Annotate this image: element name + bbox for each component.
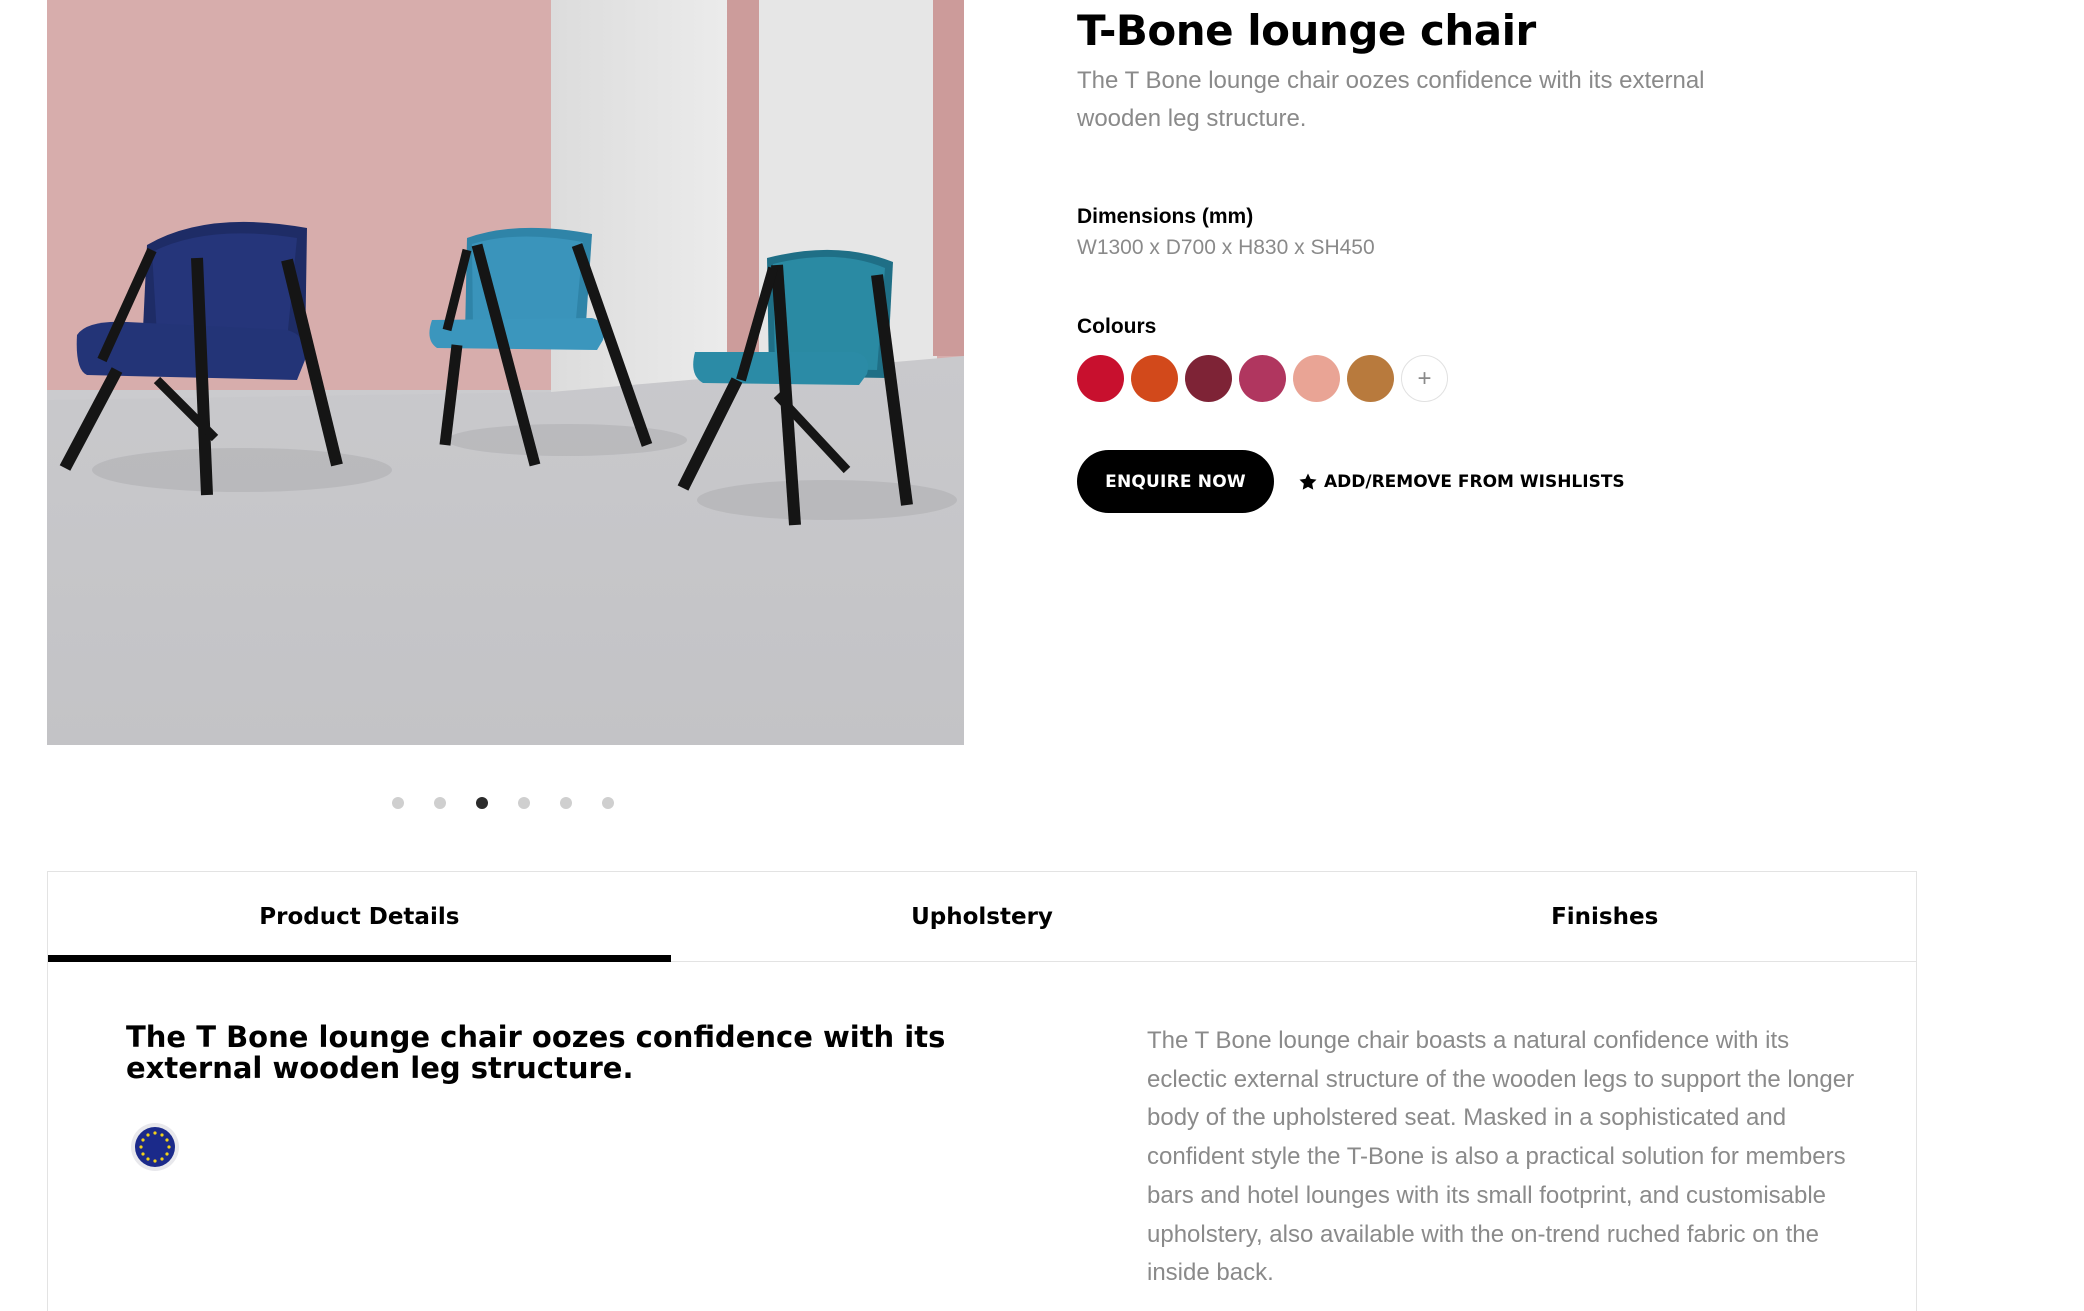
colours-label: Colours [1077, 315, 1157, 338]
chairs-illustration [47, 0, 964, 745]
enquire-now-button[interactable]: ENQUIRE NOW [1077, 450, 1274, 513]
more-colours-button[interactable]: + [1401, 355, 1448, 402]
colour-swatch[interactable] [1239, 355, 1286, 402]
carousel-dot-6[interactable] [602, 797, 614, 809]
details-heading: The T Bone lounge chair oozes confidence… [126, 1020, 946, 1085]
colour-swatch[interactable] [1077, 355, 1124, 402]
carousel-dot-2[interactable] [434, 797, 446, 809]
carousel-dot-5[interactable] [560, 797, 572, 809]
carousel-dots [392, 796, 644, 810]
product-tabs-panel: Product Details Upholstery Finishes The … [47, 871, 1917, 1311]
tab-product-details[interactable]: Product Details [48, 872, 671, 962]
product-title: T-Bone lounge chair [1077, 6, 1536, 55]
tab-finishes[interactable]: Finishes [1293, 872, 1916, 961]
carousel-dot-1[interactable] [392, 797, 404, 809]
wishlist-toggle[interactable]: ADD/REMOVE FROM WISHLISTS [1298, 472, 1625, 492]
eu-badge-icon [131, 1123, 179, 1171]
product-subtitle: The T Bone lounge chair oozes confidence… [1077, 67, 1705, 132]
tab-bar: Product Details Upholstery Finishes [48, 872, 1916, 962]
dimensions-label: Dimensions (mm) [1077, 205, 1254, 228]
wishlist-label: ADD/REMOVE FROM WISHLISTS [1324, 471, 1625, 492]
colour-swatches: + [1077, 355, 1455, 402]
colour-swatch[interactable] [1185, 355, 1232, 402]
colour-swatch[interactable] [1293, 355, 1340, 402]
dimensions-value: W1300 x D700 x H830 x SH450 [1077, 236, 1375, 259]
details-body: The T Bone lounge chair boasts a natural… [1147, 1027, 1855, 1287]
colour-swatch[interactable] [1347, 355, 1394, 402]
product-info: T-Bone lounge chair The T Bone lounge ch… [1077, 0, 1837, 513]
tab-upholstery[interactable]: Upholstery [671, 872, 1294, 961]
carousel-dot-3[interactable] [476, 797, 488, 809]
product-actions: ENQUIRE NOW ADD/REMOVE FROM WISHLISTS [1077, 450, 1625, 513]
product-image [47, 0, 964, 745]
star-icon [1299, 473, 1317, 490]
carousel-dot-4[interactable] [518, 797, 530, 809]
colour-swatch[interactable] [1131, 355, 1178, 402]
